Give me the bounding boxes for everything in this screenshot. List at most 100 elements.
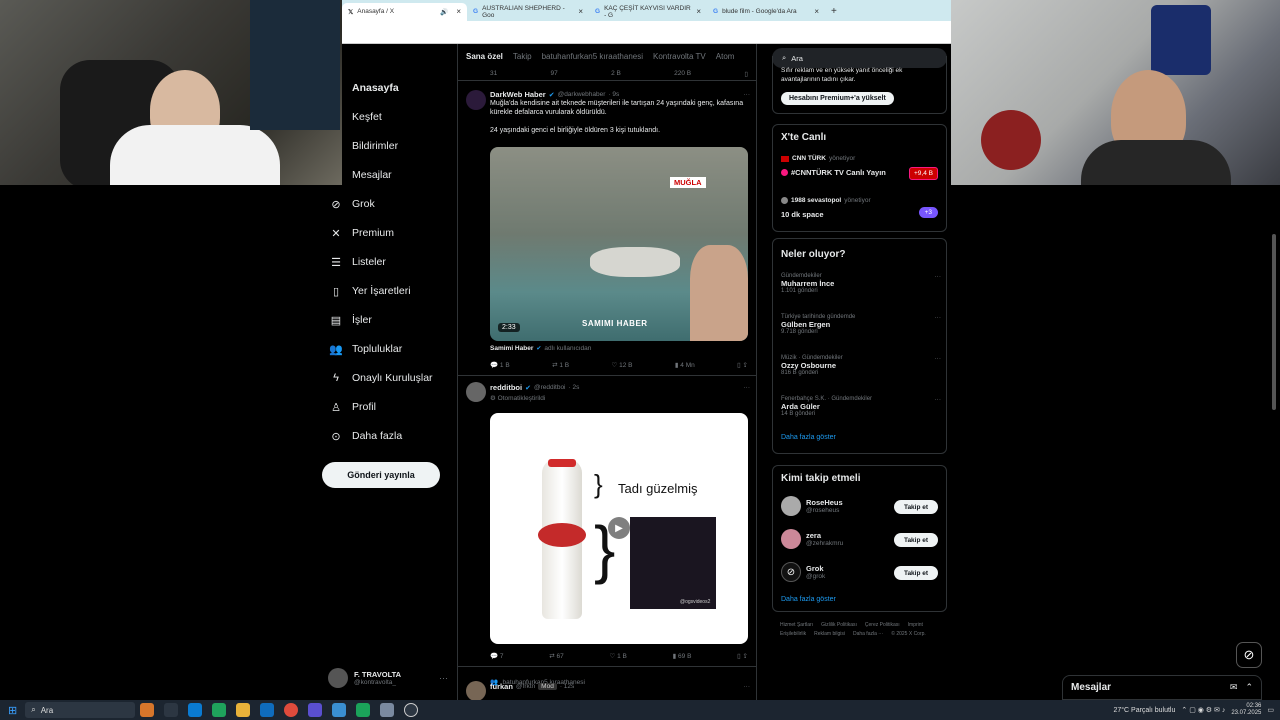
sidebar-item-jobs[interactable]: ▤ İşler xyxy=(330,314,372,327)
bookmark-icon[interactable]: ▯ xyxy=(744,70,748,78)
grok-icon[interactable]: ⊘ xyxy=(1236,642,1262,668)
footer-link[interactable]: Imprint xyxy=(908,622,923,628)
like-button[interactable]: ♡ 12 B xyxy=(611,361,632,369)
video-thumbnail[interactable] xyxy=(630,517,716,609)
app-icon[interactable] xyxy=(188,703,203,717)
footer-link[interactable]: Reklam bilgisi xyxy=(814,631,845,637)
post-author[interactable]: furkan xyxy=(490,682,513,691)
store-icon[interactable] xyxy=(260,703,275,717)
post-time[interactable]: · 12s xyxy=(560,683,574,690)
obs-icon[interactable] xyxy=(404,703,419,717)
address-bar[interactable] xyxy=(342,21,951,44)
tab-for-you[interactable]: Sana özel xyxy=(466,52,503,70)
bookmark-icon[interactable]: ▯ ⇪ xyxy=(737,361,748,369)
more-icon[interactable]: ··· xyxy=(935,355,942,362)
trend-item[interactable]: Gündemdekiler Muharrem İnce 1.101 gönder… xyxy=(781,273,941,294)
discord-icon[interactable] xyxy=(308,703,323,717)
reply-button[interactable]: 💬 7 xyxy=(490,652,504,660)
sidebar-item-verified-orgs[interactable]: ϟ Onaylı Kuruluşlar xyxy=(330,372,432,384)
widget-icon[interactable] xyxy=(140,703,155,717)
post-button[interactable]: Gönderi yayınla xyxy=(322,462,440,488)
follow-button[interactable]: Takip et xyxy=(894,500,938,514)
app-icon[interactable] xyxy=(332,703,347,717)
tab-community[interactable]: batuhanfurkan5 kıraathanesi xyxy=(542,52,643,70)
more-icon[interactable]: ··· xyxy=(744,683,751,690)
avatar[interactable] xyxy=(466,382,486,402)
tray-icons[interactable]: ⌃ ▢ ◉ ⚙ ✉ ♪ xyxy=(1181,706,1225,714)
post-handle[interactable]: @redditboi xyxy=(534,384,566,391)
messages-drawer[interactable]: Mesajlar ✉ ⌃ xyxy=(1062,675,1262,700)
live-host[interactable]: CNN TÜRK yönetiyor xyxy=(781,155,855,162)
more-icon[interactable]: ··· xyxy=(744,384,751,391)
notification-icon[interactable]: ▭ xyxy=(1267,706,1274,714)
footer-link[interactable]: Gizlilik Politikası xyxy=(821,622,857,628)
close-icon[interactable]: × xyxy=(696,7,701,16)
post-darkweb[interactable]: DarkWeb Haber ✔ @darkwebhaber · 9s ··· M… xyxy=(490,90,750,135)
sidebar-item-explore[interactable]: Keşfet xyxy=(352,111,382,123)
post-video[interactable]: MUĞLA SAMIMI HABER 2:33 xyxy=(490,147,748,341)
post-furkan[interactable]: furkan @frktn Mod · 12s ··· xyxy=(490,682,750,691)
premium-upgrade-button[interactable]: Hesabını Premium+'a yükselt xyxy=(781,92,894,105)
repost-button[interactable]: ⇄ 1 B xyxy=(552,361,569,369)
weather-widget[interactable]: 27°C Parçalı bulutlu xyxy=(1113,707,1175,714)
more-icon[interactable]: ··· xyxy=(935,273,942,280)
repost-button[interactable]: ⇄ 67 xyxy=(549,652,564,660)
follow-button[interactable]: Takip et xyxy=(894,533,938,547)
task-view-icon[interactable] xyxy=(164,703,179,717)
live-host[interactable]: 1988 sevastopol yönetiyor xyxy=(781,197,871,204)
bookmark-icon[interactable]: ▯ ⇪ xyxy=(737,652,748,660)
scrollbar-thumb[interactable] xyxy=(1272,234,1276,410)
reply-button[interactable]: 💬 1 B xyxy=(490,361,510,369)
live-item-cnn[interactable]: #CNNTÜRK TV Canlı Yayın xyxy=(781,168,886,177)
follow-button[interactable]: Takip et xyxy=(894,566,938,580)
sidebar-item-premium[interactable]: ✕ Premium xyxy=(330,227,394,240)
chevron-up-icon[interactable]: ⌃ xyxy=(1245,682,1253,693)
view-count[interactable]: 220 B xyxy=(674,70,691,78)
trend-item[interactable]: Fenerbahçe S.K. · Gündemdekiler Arda Gül… xyxy=(781,396,941,417)
close-icon[interactable]: × xyxy=(814,7,819,16)
footer-link[interactable]: Erişilebilirlik xyxy=(780,631,806,637)
like-button[interactable]: ♡ 1 B xyxy=(610,652,627,660)
repost-count[interactable]: 97 xyxy=(551,70,558,78)
post-author[interactable]: DarkWeb Haber xyxy=(490,90,546,99)
avatar[interactable] xyxy=(466,90,486,110)
reply-count[interactable]: 31 xyxy=(490,70,497,78)
footer-link[interactable]: Çerez Politikası xyxy=(865,622,900,628)
post-redditboi[interactable]: redditboi ✔ @redditboi · 2s ··· ⚙ Otomat… xyxy=(490,383,750,402)
sidebar-item-notifications[interactable]: Bildirimler xyxy=(352,140,398,152)
new-tab-button[interactable]: + xyxy=(825,3,843,21)
trend-item[interactable]: Müzik · Gündemdekiler Ozzy Osbourne 816 … xyxy=(781,355,941,376)
file-explorer-icon[interactable] xyxy=(236,703,251,717)
post-image[interactable]: } Tadı güzelmiş } ▶ @ogsvideos2 xyxy=(490,413,748,644)
taskbar-search[interactable]: ⌕ Ara xyxy=(25,702,136,718)
follow-show-more-link[interactable]: Daha fazla göster xyxy=(781,596,836,603)
views-button[interactable]: ▮ 4 Mn xyxy=(675,361,695,369)
app-icon[interactable] xyxy=(380,703,395,717)
post-time[interactable]: · 9s xyxy=(608,91,619,98)
trends-show-more-link[interactable]: Daha fazla göster xyxy=(781,434,836,441)
compose-message-icon[interactable]: ✉ xyxy=(1230,682,1238,693)
browser-tab-3[interactable]: G blude film - Google'da Ara × xyxy=(707,3,825,21)
sidebar-item-messages[interactable]: Mesajlar xyxy=(352,169,392,181)
browser-tab-0[interactable]: 𝕏 Anasayfa / X 🔊 × xyxy=(342,2,467,21)
footer-link[interactable]: Hizmet Şartları xyxy=(780,622,813,628)
more-icon[interactable]: ··· xyxy=(935,314,942,321)
sidebar-item-profile[interactable]: ♙ Profil xyxy=(330,401,376,414)
sidebar-item-bookmarks[interactable]: ▯ Yer İşaretleri xyxy=(330,285,411,298)
post-handle[interactable]: @darkwebhaber xyxy=(558,91,606,98)
more-icon[interactable]: ··· xyxy=(744,91,751,98)
clock[interactable]: 02:36 23.07.2025 xyxy=(1231,703,1261,717)
live-item-space[interactable]: 10 dk space xyxy=(781,210,824,219)
avatar[interactable] xyxy=(466,681,486,701)
windows-start-icon[interactable]: ⊞ xyxy=(8,704,17,717)
post-handle[interactable]: @frktn xyxy=(516,683,535,690)
browser-tab-1[interactable]: G AUSTRALIAN SHEPHERD - Goo × xyxy=(467,3,589,21)
tab-atom[interactable]: Atom xyxy=(716,52,735,70)
edge-icon[interactable] xyxy=(212,703,227,717)
sidebar-item-more[interactable]: ⊙ Daha fazla xyxy=(330,430,402,443)
speaker-icon[interactable]: 🔊 xyxy=(440,8,448,16)
sidebar-item-communities[interactable]: 👥 Topluluklar xyxy=(329,343,402,356)
source-name[interactable]: Samimi Haber xyxy=(490,345,533,352)
more-icon[interactable]: ··· xyxy=(439,673,448,683)
views-button[interactable]: ▮ 69 B xyxy=(673,652,692,660)
